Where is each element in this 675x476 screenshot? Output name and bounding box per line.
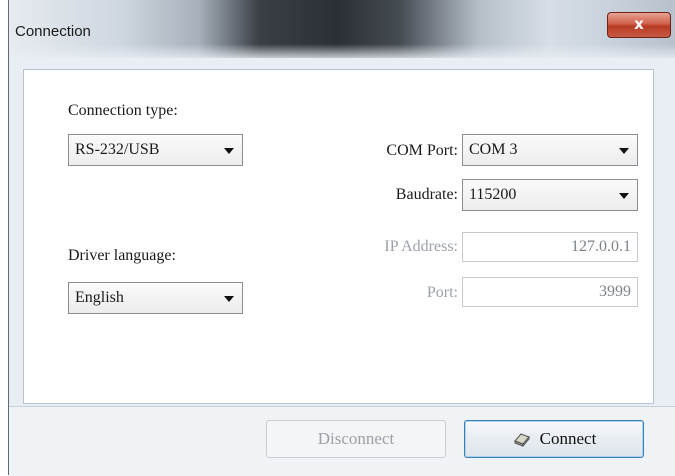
- disconnect-label: Disconnect: [317, 429, 395, 448]
- ip-address-field[interactable]: 127.0.0.1: [462, 232, 638, 262]
- port-field[interactable]: 3999: [462, 277, 638, 307]
- com-port-label: COM Port:: [386, 142, 458, 159]
- driver-language-label: Driver language:: [68, 247, 176, 264]
- baudrate-label: Baudrate:: [395, 186, 458, 203]
- chevron-down-icon: [224, 296, 234, 302]
- port-value: 3999: [599, 283, 631, 300]
- disconnect-button[interactable]: Disconnect: [266, 420, 446, 458]
- ip-address-label: IP Address:: [384, 238, 458, 255]
- chevron-down-icon: [619, 193, 629, 199]
- connection-type-label: Connection type:: [68, 102, 178, 119]
- plug-icon: [513, 433, 530, 447]
- com-port-value: COM 3: [469, 141, 518, 158]
- close-button[interactable]: x: [607, 12, 671, 38]
- connection-type-select[interactable]: RS-232/USB: [68, 134, 243, 166]
- connection-type-value: RS-232/USB: [75, 141, 160, 158]
- connection-window: Connection x Connection type: RS-232/USB…: [8, 0, 675, 476]
- close-icon: x: [634, 15, 644, 33]
- connect-button[interactable]: Connect: [464, 420, 644, 458]
- driver-language-value: English: [75, 289, 124, 306]
- window-title: Connection: [15, 23, 91, 40]
- chevron-down-icon: [224, 148, 234, 154]
- port-label: Port:: [426, 284, 458, 301]
- ip-address-value: 127.0.0.1: [571, 238, 631, 255]
- baudrate-select[interactable]: 115200: [462, 179, 638, 211]
- baudrate-value: 115200: [469, 186, 517, 203]
- connect-label: Connect: [539, 429, 597, 448]
- chevron-down-icon: [619, 148, 629, 154]
- title-bar[interactable]: Connection x: [9, 0, 675, 58]
- com-port-select[interactable]: COM 3: [462, 134, 638, 166]
- settings-panel: Connection type: RS-232/USB Driver langu…: [23, 69, 654, 404]
- driver-language-select[interactable]: English: [68, 282, 243, 314]
- button-bar: Disconnect Connect: [9, 406, 675, 476]
